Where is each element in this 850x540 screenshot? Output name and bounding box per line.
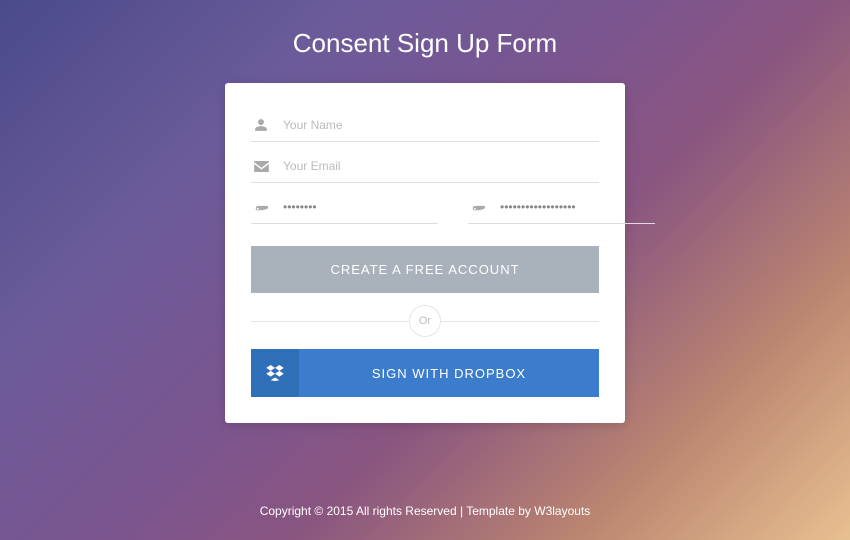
create-account-button[interactable]: CREATE A FREE ACCOUNT <box>251 246 599 293</box>
name-field-row <box>251 107 599 142</box>
divider-label: Or <box>409 305 441 337</box>
name-input[interactable] <box>283 118 599 132</box>
password-field-col <box>251 189 438 224</box>
email-input[interactable] <box>283 159 599 173</box>
dropbox-icon <box>251 349 299 397</box>
divider: Or <box>251 305 599 337</box>
copyright-text: Copyright © 2015 All rights Reserved | T… <box>260 504 535 518</box>
password-input[interactable] <box>283 200 438 214</box>
key-icon <box>468 199 488 215</box>
footer: Copyright © 2015 All rights Reserved | T… <box>0 504 850 518</box>
password-row <box>251 189 599 224</box>
dropbox-signin-button[interactable]: SIGN WITH DROPBOX <box>251 349 599 397</box>
person-icon <box>251 117 271 133</box>
key-icon <box>251 199 271 215</box>
dropbox-button-label: SIGN WITH DROPBOX <box>299 366 599 381</box>
email-field-row <box>251 148 599 183</box>
page-title: Consent Sign Up Form <box>293 28 557 59</box>
mail-icon <box>251 158 271 174</box>
confirm-password-input[interactable] <box>500 200 655 214</box>
confirm-password-field-col <box>468 189 655 224</box>
w3layouts-link[interactable]: W3layouts <box>534 504 590 518</box>
signup-form-card: CREATE A FREE ACCOUNT Or SIGN WITH DROPB… <box>225 83 625 423</box>
